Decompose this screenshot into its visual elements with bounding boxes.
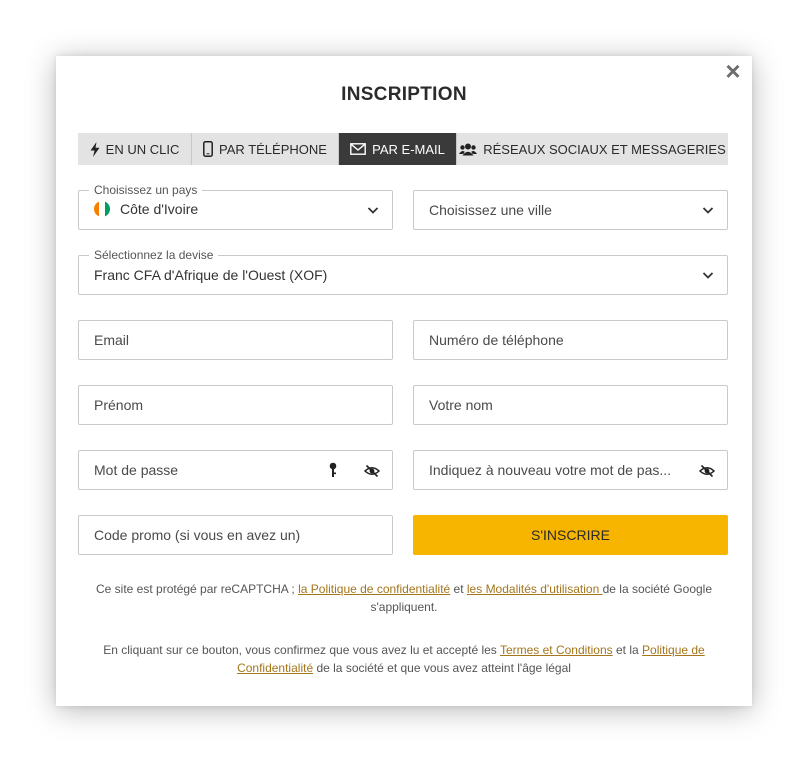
tab-label: PAR E-MAIL <box>372 141 445 157</box>
promo-code-field[interactable]: Code promo (si vous en avez un) <box>78 515 393 555</box>
tab-email[interactable]: PAR E-MAIL <box>339 133 457 165</box>
key-icon[interactable] <box>328 462 338 478</box>
last-name-field[interactable]: Votre nom <box>413 385 728 425</box>
city-select-placeholder: Choisissez une ville <box>429 202 552 218</box>
consent-notice-text: et la <box>612 643 643 657</box>
password-confirm-field[interactable]: Indiquez à nouveau votre mot de pas... <box>413 450 728 490</box>
first-name-placeholder: Prénom <box>94 397 144 413</box>
tab-label: EN UN CLIC <box>105 141 180 157</box>
country-name: Côte d'Ivoire <box>120 201 199 217</box>
city-select[interactable]: Choisissez une ville <box>413 190 728 230</box>
last-name-placeholder: Votre nom <box>429 397 493 413</box>
terms-link[interactable]: Termes et Conditions <box>500 643 613 657</box>
cote-divoire-flag-icon <box>94 201 110 217</box>
envelope-icon <box>350 143 367 155</box>
tab-label: PAR TÉLÉPHONE <box>219 141 327 157</box>
register-button[interactable]: S'INSCRIRE <box>413 515 728 555</box>
google-terms-link[interactable]: les Modalités d'utilisation <box>467 582 603 596</box>
google-privacy-link[interactable]: la Politique de confidentialité <box>298 582 450 596</box>
consent-notice-text: de la société et que vous avez atteint l… <box>313 661 571 675</box>
eye-slash-icon[interactable] <box>364 463 380 479</box>
first-name-field[interactable]: Prénom <box>78 385 393 425</box>
country-select-label: Choisissez un pays <box>89 183 203 197</box>
lightning-icon <box>90 141 100 157</box>
chevron-down-icon <box>702 272 714 279</box>
tab-label: RÉSEAUX SOCIAUX ET MESSAGERIES <box>483 141 726 157</box>
phone-field[interactable]: Numéro de téléphone <box>413 320 728 360</box>
recaptcha-notice-text: Ce site est protégé par reCAPTCHA ; <box>96 582 299 596</box>
country-select[interactable]: Choisissez un pays Côte d'Ivoire <box>78 183 393 230</box>
chevron-down-icon <box>367 207 379 214</box>
password-field[interactable]: Mot de passe <box>78 450 393 490</box>
currency-select-value: Franc CFA d'Afrique de l'Ouest (XOF) <box>94 267 328 283</box>
password-confirm-placeholder: Indiquez à nouveau votre mot de pas... <box>429 462 672 478</box>
tab-social-networks[interactable]: RÉSEAUX SOCIAUX ET MESSAGERIES <box>457 133 728 165</box>
consent-notice: En cliquant sur ce bouton, vous confirme… <box>92 641 716 677</box>
tab-one-click[interactable]: EN UN CLIC <box>78 133 192 165</box>
chevron-down-icon <box>702 207 714 214</box>
phone-placeholder: Numéro de téléphone <box>429 332 564 348</box>
recaptcha-notice: Ce site est protégé par reCAPTCHA ; la P… <box>92 580 716 616</box>
registration-modal: × INSCRIPTION EN UN CLIC PAR TÉLÉPHONE P… <box>56 56 752 706</box>
email-placeholder: Email <box>94 332 130 348</box>
promo-code-placeholder: Code promo (si vous en avez un) <box>94 527 301 543</box>
modal-title: INSCRIPTION <box>341 84 467 105</box>
currency-select-label: Sélectionnez la devise <box>89 248 219 262</box>
consent-notice-text: En cliquant sur ce bouton, vous confirme… <box>103 643 500 657</box>
country-select-value: Côte d'Ivoire <box>94 201 198 217</box>
eye-slash-icon[interactable] <box>699 463 715 479</box>
registration-tabs: EN UN CLIC PAR TÉLÉPHONE PAR E-MAIL RÉSE… <box>78 133 728 165</box>
currency-select[interactable]: Sélectionnez la devise Franc CFA d'Afriq… <box>78 248 728 295</box>
close-icon[interactable]: × <box>720 58 746 84</box>
tab-phone[interactable]: PAR TÉLÉPHONE <box>192 133 339 165</box>
users-icon <box>459 143 478 156</box>
recaptcha-notice-text: et <box>450 582 467 596</box>
email-field[interactable]: Email <box>78 320 393 360</box>
phone-icon <box>203 141 213 157</box>
password-placeholder: Mot de passe <box>94 462 179 478</box>
